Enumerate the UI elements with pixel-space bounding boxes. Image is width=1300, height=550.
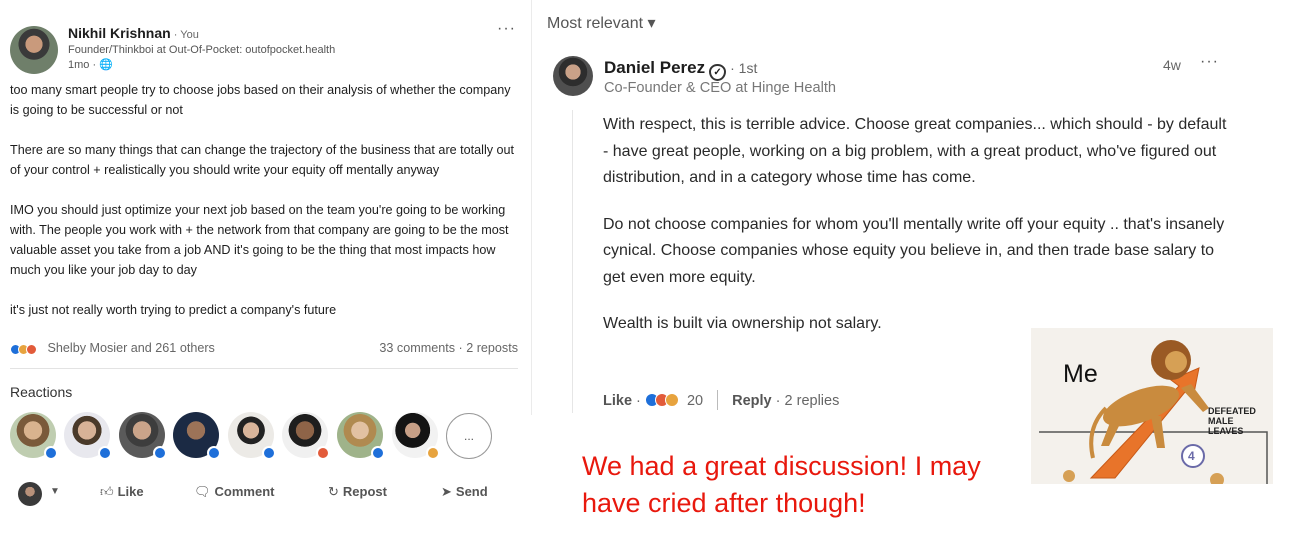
thread-line xyxy=(572,110,573,413)
post-meta: 1mo · 🌐 xyxy=(68,59,113,71)
replies-count[interactable]: 2 replies xyxy=(785,393,840,409)
reactor-avatar[interactable] xyxy=(10,412,58,460)
like-badge-icon xyxy=(153,446,167,460)
commenter-name[interactable]: Daniel Perez xyxy=(604,58,705,77)
divider xyxy=(10,368,518,369)
author-name[interactable]: Nikhil Krishnan xyxy=(68,25,171,41)
send-button[interactable]: ➤ Send xyxy=(441,484,488,500)
comment-label: Comment xyxy=(214,484,275,499)
comment-button[interactable]: 🗨︎ Comment xyxy=(194,484,274,500)
more-reactors-button[interactable]: ... xyxy=(446,413,492,459)
caption-text: We had a great discussion! I may have cr… xyxy=(582,451,981,518)
like-badge-icon xyxy=(371,446,385,460)
comment-more-icon[interactable]: ··· xyxy=(1200,53,1219,71)
post-more-icon[interactable]: ··· xyxy=(497,20,516,38)
like-badge-icon xyxy=(98,446,112,460)
like-button[interactable]: 👍︎ Like xyxy=(100,484,144,500)
repost-icon: ↻ xyxy=(328,484,339,499)
reactor-avatar[interactable] xyxy=(119,412,167,460)
comment-like-button[interactable]: Like xyxy=(603,393,632,409)
sort-dropdown[interactable]: Most relevant ▾ xyxy=(547,13,656,33)
comment-repost-counts[interactable]: 33 comments · 2 reposts xyxy=(379,341,518,355)
verified-shield-icon: ✓ xyxy=(709,64,727,81)
reactor-avatar[interactable] xyxy=(173,412,221,460)
linkedin-post: Nikhil Krishnan · You Founder/Thinkboi a… xyxy=(0,0,528,550)
panel-separator xyxy=(531,0,532,415)
like-label: Like xyxy=(117,484,144,499)
reactor-avatar[interactable] xyxy=(282,412,330,460)
reply-button[interactable]: Reply xyxy=(732,393,772,409)
reactor-avatar[interactable] xyxy=(337,412,385,460)
comment-paragraph: With respect, this is terrible advice. C… xyxy=(603,116,1227,186)
comment-actions: Like · 20 Reply · 2 replies xyxy=(603,390,839,410)
author-headline: Founder/Thinkboi at Out-Of-Pocket: outof… xyxy=(68,44,336,56)
insight-reaction-icon xyxy=(664,393,679,407)
reactor-avatar[interactable] xyxy=(228,412,276,460)
reactions-heading: Reactions xyxy=(10,384,73,400)
me-label: Me xyxy=(1063,360,1098,388)
send-icon: ➤ xyxy=(441,484,452,499)
actor-avatar-icon[interactable] xyxy=(18,482,42,506)
comment-reaction-icons[interactable] xyxy=(644,393,679,409)
post-paragraph: too many smart people try to choose jobs… xyxy=(10,83,511,117)
love-reaction-icon xyxy=(26,343,37,355)
post-paragraph: There are so many things that can change… xyxy=(10,143,515,177)
love-badge-icon xyxy=(316,446,330,460)
like-badge-icon xyxy=(44,446,58,460)
comment-time: 4w xyxy=(1163,57,1181,73)
you-tag: · You xyxy=(170,29,199,41)
chevron-down-icon[interactable]: ▼ xyxy=(50,486,60,497)
post-author[interactable]: Nikhil Krishnan · You xyxy=(68,25,199,41)
reaction-icons[interactable] xyxy=(10,342,37,356)
author-avatar[interactable] xyxy=(10,26,58,74)
like-badge-icon xyxy=(262,446,276,460)
insight-badge-icon xyxy=(426,446,440,460)
post-actions: ▼ 👍︎ Like 🗨︎ Comment ↻ Repost ➤ Send xyxy=(18,482,518,508)
comment-body: With respect, this is terrible advice. C… xyxy=(603,112,1231,358)
defeated-male-label: DEFEATED MALE LEAVES xyxy=(1208,406,1256,436)
comment-icon: 🗨︎ xyxy=(194,484,211,499)
divider xyxy=(717,390,719,410)
step-number: 4 xyxy=(1188,449,1195,463)
comment-reaction-count[interactable]: 20 xyxy=(687,393,703,409)
dot-separator: · xyxy=(775,393,785,409)
send-label: Send xyxy=(455,484,488,499)
social-counts-bar: Shelby Mosier and 261 others 33 comments… xyxy=(10,341,518,356)
post-body: too many smart people try to choose jobs… xyxy=(10,80,522,340)
post-paragraph: it's just not really worth trying to pre… xyxy=(10,303,337,317)
connection-degree: · 1st xyxy=(730,60,758,76)
comment-paragraph: Do not choose companies for whom you'll … xyxy=(603,215,1225,286)
thumbs-up-icon: 👍︎ xyxy=(100,484,114,499)
dot-separator: · xyxy=(636,393,645,409)
reactor-avatar[interactable] xyxy=(64,412,112,460)
post-paragraph: IMO you should just optimize your next j… xyxy=(10,203,509,277)
commenter-avatar[interactable] xyxy=(553,56,593,96)
reactor-avatar[interactable] xyxy=(392,412,440,460)
commenter: Daniel Perez ✓ · 1st xyxy=(604,58,757,81)
commenter-headline: Co-Founder & CEO at Hinge Health xyxy=(604,80,836,96)
meme-image: Me DEFEATED MALE LEAVES 4 xyxy=(1031,328,1273,484)
repost-button[interactable]: ↻ Repost xyxy=(328,484,387,500)
like-badge-icon xyxy=(207,446,221,460)
reaction-names[interactable]: Shelby Mosier and 261 others xyxy=(48,341,215,355)
repost-label: Repost xyxy=(342,484,387,499)
